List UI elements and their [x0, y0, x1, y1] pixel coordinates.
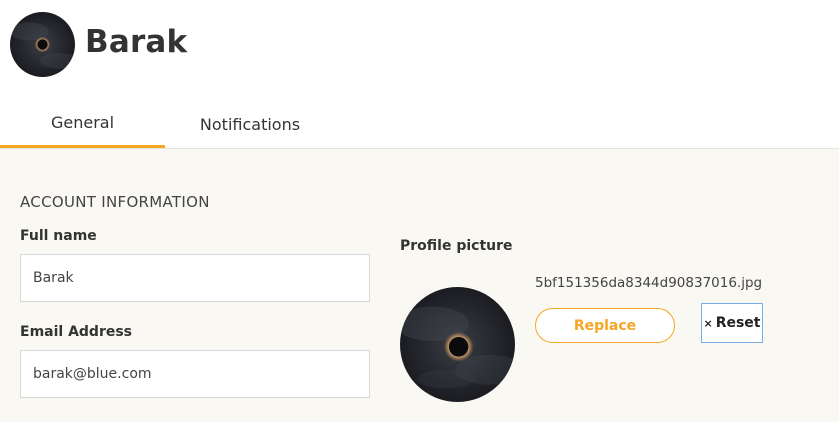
general-settings-panel: ACCOUNT INFORMATION Full name Email Addr… [0, 149, 839, 422]
reset-label: Reset [715, 315, 761, 331]
full-name-input[interactable] [20, 254, 370, 302]
tab-notifications[interactable]: Notifications [165, 100, 335, 148]
eclipse-avatar-icon [10, 12, 75, 77]
tab-bar: General Notifications [0, 100, 839, 149]
profile-picture-label: Profile picture [400, 238, 513, 254]
tab-general[interactable]: General [0, 100, 165, 148]
section-title: ACCOUNT INFORMATION [20, 193, 210, 211]
email-input[interactable] [20, 350, 370, 398]
eclipse-picture-icon [400, 287, 515, 402]
email-label: Email Address [20, 324, 133, 340]
replace-button[interactable]: Replace [535, 308, 675, 343]
reset-button[interactable]: × Reset [701, 303, 763, 343]
profile-picture-preview [400, 287, 515, 402]
profile-header: Barak [0, 0, 839, 100]
profile-picture-filename: 5bf151356da8344d90837016.jpg [535, 275, 763, 291]
user-name: Barak [85, 24, 188, 60]
avatar [10, 12, 75, 77]
close-icon: × [703, 316, 713, 330]
full-name-label: Full name [20, 228, 97, 244]
